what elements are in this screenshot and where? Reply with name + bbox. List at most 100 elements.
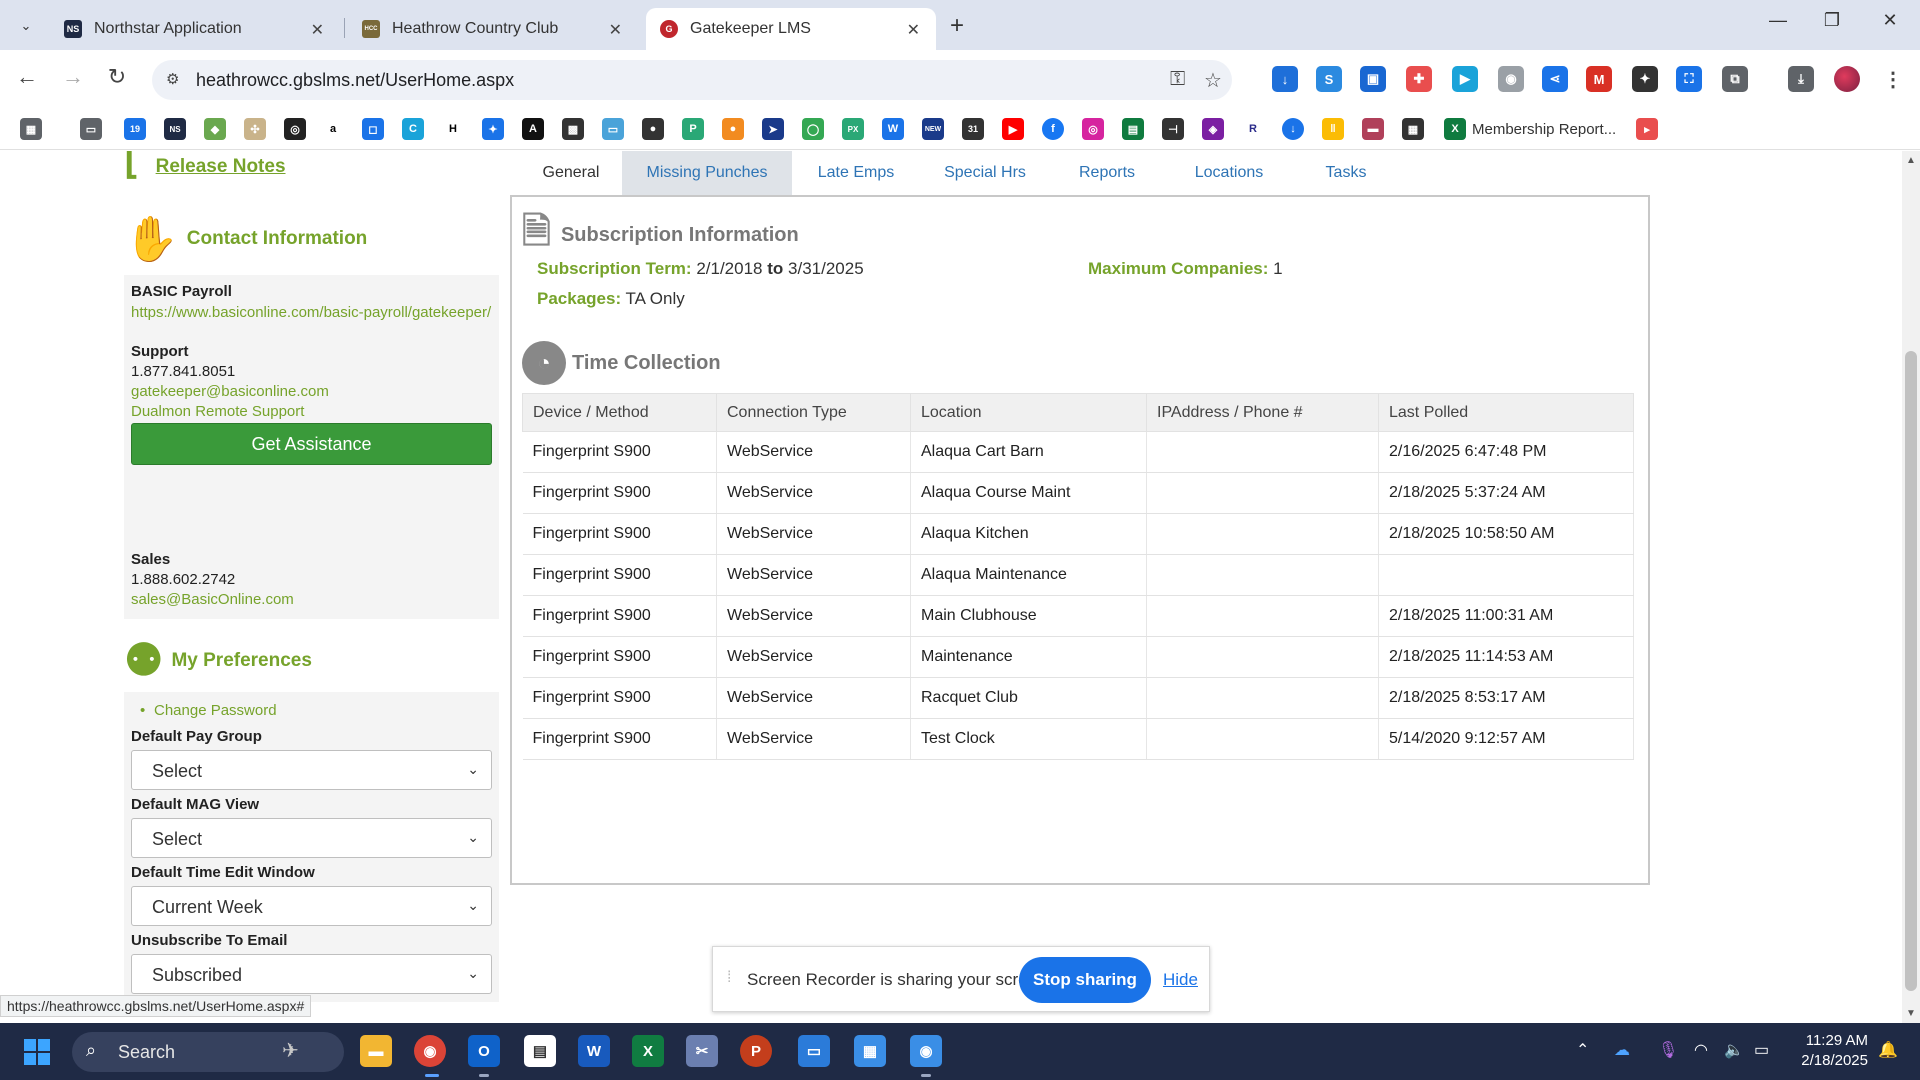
outlook-icon[interactable]: O	[468, 1035, 500, 1067]
monitor-bookmark-icon[interactable]: ▭	[602, 118, 624, 140]
tab-general[interactable]: General	[520, 151, 622, 195]
release-notes-link[interactable]: ⌊ Release Notes	[124, 151, 286, 183]
close-icon[interactable]: ✕	[311, 20, 324, 40]
default-time-edit-select[interactable]: Current Week ⌄	[131, 886, 492, 926]
circle-bookmark-icon[interactable]: ◯	[802, 118, 824, 140]
default-pay-group-select[interactable]: Select ⌄	[131, 750, 492, 790]
drag-handle-icon[interactable]: ⁞	[727, 969, 731, 987]
facebook-bookmark-icon[interactable]: f	[1042, 118, 1064, 140]
calendar-bookmark-icon[interactable]: 19	[124, 118, 146, 140]
windows-start-icon[interactable]	[24, 1039, 50, 1065]
tab-heathrow[interactable]: HCC Heathrow Country Club ✕	[348, 8, 638, 50]
new-tab-icon[interactable]: +	[950, 12, 964, 40]
r-bookmark-icon[interactable]: R	[1242, 118, 1264, 140]
netsuite-bookmark-icon[interactable]: NS	[164, 118, 186, 140]
folder-icon[interactable]: ▭	[80, 118, 102, 140]
downloads-icon[interactable]: ⤓	[1788, 66, 1814, 92]
powerpoint-icon[interactable]: P	[740, 1035, 772, 1067]
screen-recorder-icon[interactable]: ◉	[910, 1035, 942, 1067]
battery-icon[interactable]: ▭	[1754, 1040, 1769, 1060]
close-icon[interactable]: ✕	[609, 20, 622, 40]
snipping-tool-icon[interactable]: ✂	[686, 1035, 718, 1067]
sync-extension-icon[interactable]: S	[1316, 66, 1342, 92]
map-bookmark-icon[interactable]: ✣	[244, 118, 266, 140]
scroll-down-icon[interactable]: ▼	[1906, 1008, 1916, 1019]
release-notes-label[interactable]: Release Notes	[156, 156, 286, 178]
tab-search-icon[interactable]: ⌄	[12, 12, 40, 40]
excel-bookmark-icon[interactable]: X	[1444, 118, 1466, 140]
tab-special-hrs[interactable]: Special Hrs	[920, 151, 1050, 195]
profile-avatar[interactable]	[1834, 66, 1860, 92]
excel-icon[interactable]: X	[632, 1035, 664, 1067]
password-key-icon[interactable]: ⚿	[1170, 68, 1185, 91]
orange-bookmark-icon[interactable]: ●	[722, 118, 744, 140]
grid-bookmark-icon[interactable]: ▦	[1402, 118, 1424, 140]
taskbar-clock[interactable]: 11:29 AM 2/18/2025	[1790, 1031, 1868, 1071]
camera-extension-icon[interactable]: ◉	[1498, 66, 1524, 92]
restore-icon[interactable]: ❐	[1812, 10, 1852, 31]
column-header[interactable]: Location	[910, 393, 1147, 432]
column-header[interactable]: IPAddress / Phone #	[1146, 393, 1379, 432]
page-scrollbar[interactable]: ▲ ▼	[1902, 151, 1920, 1023]
scroll-up-icon[interactable]: ▲	[1906, 155, 1916, 166]
sales-email-link[interactable]: sales@BasicOnline.com	[131, 591, 294, 608]
apps-grid-icon[interactable]: ▦	[20, 118, 42, 140]
microphone-icon[interactable]: 🎙	[1658, 1040, 1678, 1060]
forward-icon[interactable]: →	[58, 64, 88, 90]
screen-icon[interactable]: ▭	[798, 1035, 830, 1067]
gmail-extension-icon[interactable]: M	[1586, 66, 1612, 92]
h-bookmark-icon[interactable]: H	[442, 118, 464, 140]
tab-locations[interactable]: Locations	[1164, 151, 1294, 195]
arrow-bookmark-icon[interactable]: ➤	[762, 118, 784, 140]
tab-late-emps[interactable]: Late Emps	[792, 151, 920, 195]
taskbar-search[interactable]: ⌕ Search ✈	[72, 1032, 344, 1072]
change-password-link[interactable]: Change Password	[140, 702, 277, 719]
shield-bookmark-icon[interactable]: ◈	[1202, 118, 1224, 140]
red-bookmark-icon[interactable]: ▸	[1636, 118, 1658, 140]
tab-northstar[interactable]: NS Northstar Application ✕	[50, 8, 340, 50]
window-close-icon[interactable]: ✕	[1870, 10, 1910, 31]
tab-gatekeeper[interactable]: G Gatekeeper LMS ✕	[646, 8, 936, 50]
url-text[interactable]: heathrowcc.gbslms.net/UserHome.aspx	[196, 70, 514, 91]
tab-reports[interactable]: Reports	[1050, 151, 1164, 195]
sparkle-bookmark-icon[interactable]: ✦	[482, 118, 504, 140]
reload-icon[interactable]: ↻	[102, 64, 132, 90]
media-bookmark-icon[interactable]: ▬	[1362, 118, 1384, 140]
minimize-icon[interactable]: —	[1758, 10, 1798, 31]
instagram-bookmark-icon[interactable]: ◎	[1082, 118, 1104, 140]
support-email-link[interactable]: gatekeeper@basiconline.com	[131, 383, 329, 400]
green-bookmark-icon[interactable]: ◆	[204, 118, 226, 140]
close-icon[interactable]: ✕	[907, 20, 920, 40]
column-header[interactable]: Last Polled	[1378, 393, 1634, 432]
tab-missing-punches[interactable]: Missing Punches	[622, 151, 792, 195]
cal31-bookmark-icon[interactable]: 31	[962, 118, 984, 140]
notepad-icon[interactable]: ▤	[524, 1035, 556, 1067]
youtube-bookmark-icon[interactable]: ▶	[1002, 118, 1024, 140]
download-bookmark-icon[interactable]: ↓	[1282, 118, 1304, 140]
fork-bookmark-icon[interactable]: ǁ	[1322, 118, 1344, 140]
bookmark-membership-report[interactable]: Membership Report...	[1472, 121, 1616, 138]
scrollbar-thumb[interactable]	[1905, 351, 1917, 991]
menu-kebab-icon[interactable]: ⋮	[1880, 66, 1906, 92]
column-header[interactable]: Device / Method	[522, 393, 717, 432]
notes-icon[interactable]: ▦	[854, 1035, 886, 1067]
stop-sharing-button[interactable]: Stop sharing	[1019, 957, 1151, 1003]
file-explorer-icon[interactable]: ▬	[360, 1035, 392, 1067]
share-extension-icon[interactable]: ⋖	[1542, 66, 1568, 92]
screenshot-extension-icon[interactable]: ⛶	[1676, 66, 1702, 92]
px-bookmark-icon[interactable]: PX	[842, 118, 864, 140]
video-extension-icon[interactable]: ▶	[1452, 66, 1478, 92]
volume-icon[interactable]: 🔈	[1724, 1040, 1744, 1060]
acrobat-bookmark-icon[interactable]: A	[522, 118, 544, 140]
owl-bookmark-icon[interactable]: ◎	[284, 118, 306, 140]
notification-bell-icon[interactable]: 🔔	[1878, 1040, 1898, 1060]
tray-overflow-icon[interactable]: ⌃	[1576, 1040, 1589, 1060]
word-icon[interactable]: W	[578, 1035, 610, 1067]
cat-extension-icon[interactable]: ✦	[1632, 66, 1658, 92]
address-bar[interactable]: ⚙ heathrowcc.gbslms.net/UserHome.aspx ⚿ …	[152, 60, 1232, 100]
chrome-icon[interactable]: ◉	[414, 1035, 446, 1067]
sheets-bookmark-icon[interactable]: ▤	[1122, 118, 1144, 140]
column-header[interactable]: Connection Type	[716, 393, 911, 432]
c-bookmark-icon[interactable]: C	[402, 118, 424, 140]
w-bookmark-icon[interactable]: W	[882, 118, 904, 140]
